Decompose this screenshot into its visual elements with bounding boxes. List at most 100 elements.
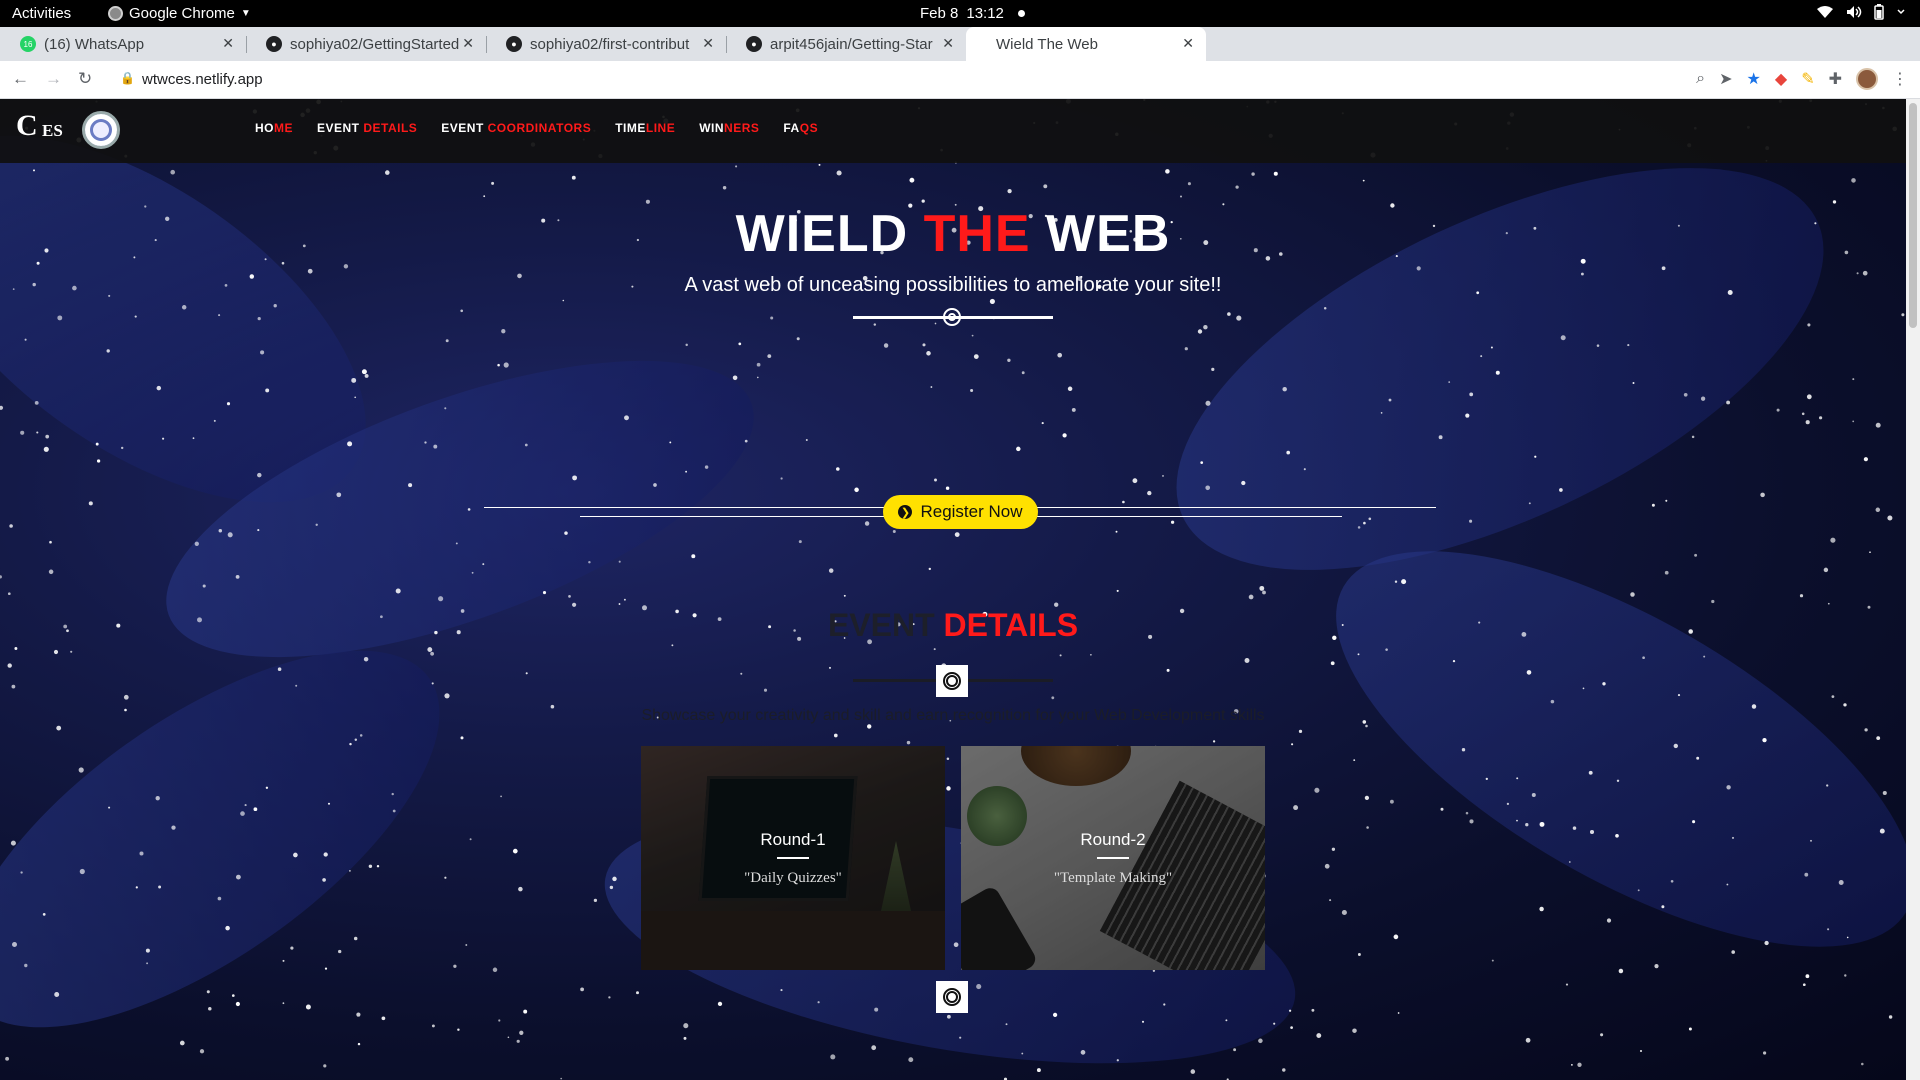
star-dot [1380,412,1383,414]
star-dot [836,467,840,471]
clock[interactable]: Feb 8 13:12 [920,5,1025,22]
star-dot [922,343,926,347]
reload-icon[interactable]: ↻ [78,69,92,89]
star-dot [1273,1022,1276,1025]
tab-github-3[interactable]: ● arpit456jain/Getting-Star ✕ [726,27,966,61]
extension-colorful-icon[interactable]: ◆ [1775,69,1787,89]
star-dot [208,1006,212,1011]
bookmark-star-icon[interactable]: ★ [1747,69,1761,89]
star-dot [1314,787,1320,793]
target-icon [943,308,961,326]
star-dot [217,896,222,901]
round-card[interactable]: Round-2 "Template Making" [961,746,1265,970]
nav-event-coordinators[interactable]: EVENT COORDINATORS [441,121,591,135]
nav-timeline[interactable]: TIMELINE [615,121,675,135]
star-dot [1876,736,1881,741]
star-dot [1726,400,1731,405]
lock-icon[interactable]: 🔒 [120,71,135,85]
star-dot [1700,396,1706,401]
star-dot [572,475,578,481]
star-dot [1286,450,1291,455]
star-dot [653,483,657,487]
star-dot [691,554,696,559]
star-dot [1388,398,1392,402]
nav-text-accent: NERS [724,121,760,135]
star-dot [1600,1033,1604,1037]
star-dot [1696,756,1700,760]
system-tray[interactable] [1816,4,1906,20]
star-dot [1357,953,1361,956]
star-dot [392,809,396,813]
scrollbar-thumb[interactable] [1909,103,1917,328]
nav-event-details[interactable]: EVENT DETAILS [317,121,417,135]
star-dot [1844,974,1847,977]
nav-home[interactable]: HOME [255,121,293,135]
activities-button[interactable]: Activities [12,5,71,22]
address-bar[interactable]: wtwces.netlify.app [142,71,263,88]
star-dot [343,264,349,269]
star-dot [430,651,434,656]
star-dot [385,170,390,175]
star-dot [491,181,495,185]
menu-kebab-icon[interactable]: ⋮ [1892,69,1908,89]
star-dot [1838,880,1844,885]
tab-wield-the-web[interactable]: Wield The Web ✕ [966,27,1206,61]
star-dot [934,478,937,482]
star-dot [909,177,915,183]
web-page: C ES HOME EVENT DETAILS EVENT COORDINATOR… [0,99,1906,1080]
star-dot [431,1024,435,1028]
close-tab-icon[interactable]: ✕ [462,35,474,52]
star-dot [906,740,911,745]
star-dot [1205,485,1211,491]
star-dot [564,531,568,535]
star-dot [1810,839,1812,842]
hero-subtitle: A vast web of unceasing possibilities to… [684,274,1222,296]
star-dot [976,984,982,990]
close-tab-icon[interactable]: ✕ [222,35,234,52]
star-dot [756,362,761,367]
star-dot [1861,1062,1864,1066]
star-dot [1632,382,1635,384]
nav-text-accent: DETAILS [363,121,418,135]
star-dot [1122,500,1125,504]
section-title-part: EVENT [827,607,944,643]
tab-github-1[interactable]: ● sophiya02/GettingStarted ✕ [246,27,486,61]
tab-github-2[interactable]: ● sophiya02/first-contribut ✕ [486,27,726,61]
star-dot [1539,821,1545,827]
extension-pencil-icon[interactable]: ✎ [1801,69,1814,89]
register-now-button[interactable]: ❯ Register Now [883,495,1038,529]
round-card[interactable]: Round-1 "Daily Quizzes" [641,746,945,970]
round-title: Round-1 [760,830,826,849]
send-to-device-icon[interactable]: ➤ [1719,69,1732,89]
app-menu[interactable]: Google Chrome ▼ [108,5,251,22]
star-dot [1273,171,1278,176]
star-dot [171,825,176,830]
profile-avatar[interactable] [1856,68,1878,90]
zoom-icon[interactable]: ⌕ [1696,70,1705,88]
star-dot [453,964,457,968]
star-dot [618,603,621,605]
extensions-puzzle-icon[interactable]: ✚ [1829,69,1842,89]
close-tab-icon[interactable]: ✕ [1182,35,1194,52]
star-dot [1627,344,1630,347]
star-dot [199,1049,205,1054]
tab-whatsapp[interactable]: 16 (16) WhatsApp ✕ [0,27,246,61]
close-tab-icon[interactable]: ✕ [942,35,954,52]
forward-arrow-icon[interactable]: → [45,69,62,89]
college-emblem-logo[interactable] [82,111,120,149]
back-arrow-icon[interactable]: ← [12,69,29,89]
close-tab-icon[interactable]: ✕ [702,35,714,52]
site-nav-menu: HOME EVENT DETAILS EVENT COORDINATORS TI… [255,121,818,135]
star-dot [933,648,936,651]
star-dot [1526,670,1532,675]
star-dot [1692,820,1696,824]
nav-winners[interactable]: WINNERS [699,121,759,135]
target-icon [936,981,968,1013]
star-dot [1329,899,1332,902]
star-dot [1577,1062,1582,1067]
page-scrollbar[interactable] [1906,99,1920,1080]
nav-faqs[interactable]: FAQS [783,121,818,135]
ces-logo[interactable]: C ES [16,109,74,153]
star-dot [871,1045,877,1051]
star-dot [24,963,28,968]
